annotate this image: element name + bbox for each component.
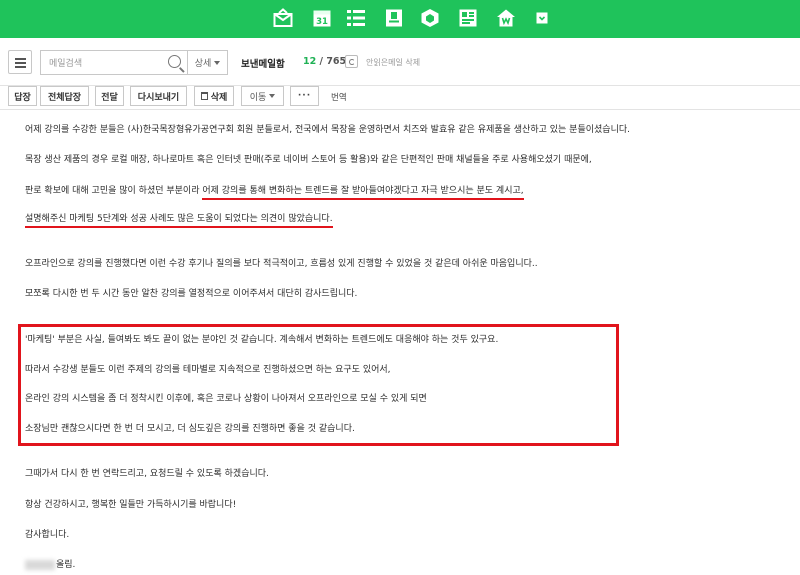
mail-header-toolbar: 상세 보낸메일함 12 / 765 안읽은메일 삭제 [0, 38, 800, 86]
contacts-icon[interactable] [384, 8, 404, 28]
total-count: / 765 [319, 56, 347, 67]
list-icon[interactable] [346, 8, 366, 28]
body-line: 어제 강의를 수강한 분들은 (사)한국목장형유가공연구회 회원 분들로서, 전… [25, 125, 631, 135]
refresh-icon [348, 58, 355, 65]
body-line: 목장 생산 제품의 경우 로컬 매장, 하나로마트 혹은 인터넷 판매(주로 네… [25, 155, 592, 165]
chevron-down-icon [214, 60, 221, 65]
body-line: 모쪼록 다시한 번 두 시간 동안 알찬 강의를 열정적으로 이어주셔서 대단히… [25, 289, 358, 299]
unread-count: 12 [303, 56, 317, 67]
top-app-bar: 31 [0, 0, 800, 38]
reply-button[interactable]: 답장 [8, 86, 37, 106]
delete-label: 삭제 [210, 92, 228, 103]
more-button[interactable]: ··· [290, 86, 319, 106]
mail-count: 12 / 765 [303, 56, 346, 67]
cube-icon[interactable] [420, 8, 440, 28]
menu-button[interactable] [8, 50, 32, 74]
body-line: 설명해주신 마케팅 5단계와 성공 사례도 많은 도움이 되었다는 의견이 많았… [25, 213, 333, 225]
more-apps-icon[interactable] [536, 12, 548, 24]
body-line: 판로 확보에 대해 고민을 많이 하셨던 부분이라 어제 강의를 통해 변화하는… [25, 185, 524, 197]
mail-icon[interactable] [273, 8, 293, 28]
delete-unread-link[interactable]: 안읽은메일 삭제 [366, 57, 420, 68]
message-action-bar: 답장 전체답장 전달 다시보내기 삭제 이동 ··· 번역 [0, 86, 800, 110]
detail-search-label: 상세 [194, 59, 212, 69]
calendar-icon[interactable]: 31 [312, 8, 332, 28]
search-icon[interactable] [168, 55, 181, 68]
reply-all-button[interactable]: 전체답장 [40, 86, 89, 106]
mail-search-box [40, 50, 188, 75]
signature-line: 올림. [25, 559, 75, 571]
search-input[interactable] [49, 53, 159, 75]
body-line: 온라인 강의 시스템을 좀 더 정착시킨 이후에, 혹은 코로나 상황이 나아져… [25, 394, 427, 404]
trash-icon [200, 92, 208, 100]
hamburger-icon [15, 58, 26, 60]
highlighted-text: 어제 강의를 통해 변화하는 트렌드를 잘 받아들여야겠다고 자극 받으시는 분… [202, 186, 524, 196]
body-text: 판로 확보에 대해 고민을 많이 하셨던 부분이라 [25, 186, 203, 196]
more-dots-icon: ··· [297, 91, 312, 101]
translate-button[interactable]: 번역 [331, 91, 347, 103]
detail-search-button[interactable]: 상세 [188, 50, 228, 75]
home-icon[interactable] [496, 8, 516, 28]
move-button[interactable]: 이동 [241, 86, 284, 106]
body-line: 소장님만 괜찮으시다면 한 번 더 모시고, 더 심도깊은 강의를 진행하면 좋… [25, 424, 355, 434]
chevron-down-icon [269, 94, 276, 98]
body-line: 따라서 수강생 분들도 이런 주제의 강의를 테마별로 지속적으로 진행하셨으면… [25, 365, 391, 375]
svg-text:31: 31 [316, 17, 328, 27]
move-label: 이동 [249, 92, 267, 103]
body-line: '마케팅' 부분은 사실, 들여봐도 봐도 끝이 없는 분야인 것 같습니다. … [25, 335, 499, 345]
body-line: 감사합니다. [25, 530, 70, 540]
body-line: 항상 건강하시고, 행복한 일들만 가득하시기를 바랍니다! [25, 500, 237, 510]
signature-text: 올림. [56, 560, 76, 570]
message-body: 어제 강의를 수강한 분들은 (사)한국목장형유가공연구회 회원 분들로서, 전… [0, 110, 800, 575]
delete-button[interactable]: 삭제 [194, 86, 234, 106]
blurred-name [25, 559, 55, 570]
folder-title: 보낸메일함 [241, 59, 285, 70]
forward-button[interactable]: 전달 [95, 86, 124, 106]
refresh-button[interactable] [345, 55, 358, 68]
resend-button[interactable]: 다시보내기 [130, 86, 187, 106]
highlighted-text: 설명해주신 마케팅 5단계와 성공 사례도 많은 도움이 되었다는 의견이 많았… [25, 214, 333, 224]
body-line: 그때가서 다시 한 번 연락드리고, 요청드릴 수 있도록 하겠습니다. [25, 469, 269, 479]
note-icon[interactable] [458, 8, 478, 28]
body-line: 오프라인으로 강의를 진행했다면 이런 수강 후기나 질의를 보다 적극적이고,… [25, 259, 538, 269]
